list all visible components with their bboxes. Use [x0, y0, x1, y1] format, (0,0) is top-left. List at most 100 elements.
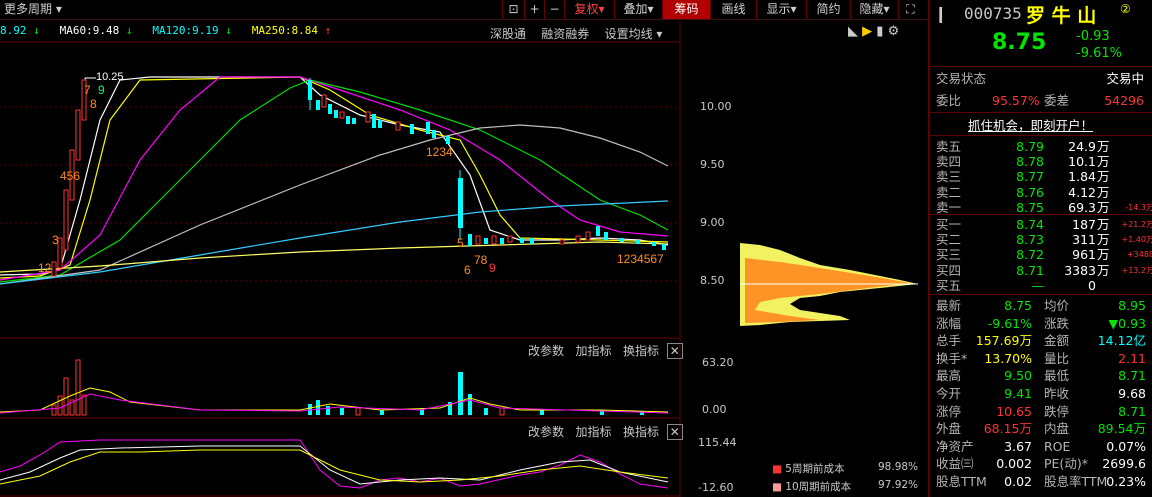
stat-row: 换手* 13.70% 量比 2.11: [934, 350, 1150, 367]
edit-params-button[interactable]: 改参数: [528, 425, 564, 439]
stat-label: 收益㈢: [936, 456, 974, 472]
weibi-row: 委比 95.57% 委差 54296: [936, 93, 1144, 108]
price-change-pct: -9.61%: [1076, 46, 1122, 61]
trade-status-row: 交易状态 交易中: [936, 71, 1144, 86]
svg-text:←: ←: [82, 71, 93, 83]
oscillator-panel-tools: 改参数 加指标 换指标 ✕: [528, 423, 683, 440]
high-marker: ← 10.25: [82, 71, 124, 83]
stat-row: 收益㈢ 0.002 PE(动)* 2699.6: [934, 455, 1150, 472]
close-icon[interactable]: ✕: [666, 343, 683, 359]
volume-axis-bottom: 0.00: [702, 403, 727, 416]
stat-label: 净资产: [936, 438, 974, 454]
stat-label: 量比: [1044, 350, 1070, 366]
stat-value: 0.07%: [1106, 438, 1146, 454]
stat-value: 0.002: [996, 456, 1032, 472]
svg-text:1234567: 1234567: [617, 252, 664, 266]
stat-label: 外盘: [936, 421, 962, 437]
stat-label: 今开: [936, 386, 962, 401]
chip-legend: ■ 5周期前成本 98.98% ■ 10周期前成本 97.92%: [772, 461, 919, 494]
zoom-out-button[interactable]: −: [544, 0, 564, 19]
stock-name: 罗 牛 山: [1026, 5, 1097, 27]
stat-value: 9.50: [1004, 368, 1032, 384]
stat-row: 今开 9.41 昨收 9.68: [934, 385, 1150, 402]
stat-value: 13.70%: [984, 350, 1032, 366]
stock-code: 000735: [964, 4, 1022, 23]
lock-icon[interactable]: ⊡: [502, 0, 524, 19]
stat-row: 股息TTM 0.02 股息率TTM 0.23%: [934, 473, 1150, 490]
back-icon[interactable]: ❙: [934, 4, 947, 23]
stat-label: 昨收: [1044, 386, 1070, 401]
oscillator-lines: [0, 439, 669, 489]
chips-button[interactable]: 筹码: [662, 0, 710, 19]
stat-row: 净资产 3.67 ROE 0.07%: [934, 438, 1150, 455]
stat-value: 9.41: [1004, 386, 1032, 401]
stat-label: 涨幅: [936, 315, 962, 331]
close-icon[interactable]: ✕: [666, 424, 683, 440]
stat-value: 89.54万: [1097, 421, 1146, 437]
stat-label: 股息TTM: [936, 474, 987, 489]
stat-label: 涨停: [936, 403, 962, 419]
chart-toolbar: 更多周期 ▾ ⊡ + − 复权▾ 叠加▾ 筹码 画线 显示▾ 简约 隐藏▾ ⛶: [0, 0, 928, 20]
high-marker-text: 10.25: [96, 71, 124, 83]
svg-text:5: 5: [457, 236, 464, 250]
stat-label: 股息率TTM: [1044, 474, 1108, 489]
stat-value: 0.02: [1004, 474, 1032, 489]
stat-label: 换手*: [936, 350, 968, 366]
svg-text:8: 8: [90, 97, 97, 111]
period-selector[interactable]: 更多周期 ▾: [0, 0, 68, 19]
zoom-in-button[interactable]: +: [524, 0, 544, 19]
stat-row: 最高 9.50 最低 8.71: [934, 367, 1150, 384]
stat-label: 涨跌: [1044, 315, 1070, 331]
svg-text:12: 12: [38, 261, 52, 275]
draw-line-button[interactable]: 画线: [710, 0, 756, 19]
hide-button[interactable]: 隐藏▾: [850, 0, 898, 19]
stat-label: 最新: [936, 298, 962, 313]
stat-label: 金额: [1044, 333, 1070, 349]
restore-rights-button[interactable]: 复权▾: [564, 0, 614, 19]
stat-value: 0.23%: [1106, 474, 1146, 489]
add-indicator-button[interactable]: 加指标: [575, 344, 611, 358]
stat-value: 9.68: [1118, 386, 1146, 401]
svg-text:456: 456: [60, 169, 80, 183]
stat-label: 内盘: [1044, 421, 1070, 437]
svg-text:7: 7: [84, 83, 91, 97]
stat-label: PE(动)*: [1044, 456, 1088, 472]
chip-legend-item: ■ 10周期前成本 97.92%: [772, 479, 919, 493]
svg-text:78: 78: [474, 253, 488, 267]
level-price: —: [1031, 277, 1045, 293]
price-axis-label: 9.50: [700, 158, 725, 171]
stock-badge: ②: [1120, 2, 1131, 16]
stat-value: 2.11: [1118, 350, 1146, 366]
stat-value: 3.67: [1004, 438, 1032, 454]
chip-legend-item: ■ 5周期前成本 98.98%: [772, 461, 919, 475]
stat-row: 涨停 10.65 跌停 8.71: [934, 403, 1150, 420]
chip-distribution: [740, 243, 918, 326]
level-label: 买五: [936, 277, 962, 293]
switch-indicator-button[interactable]: 换指标: [623, 344, 659, 358]
simple-mode-button[interactable]: 简约: [806, 0, 850, 19]
add-indicator-button[interactable]: 加指标: [575, 425, 611, 439]
stat-value: 2699.6: [1102, 456, 1146, 472]
overlay-button[interactable]: 叠加▾: [614, 0, 662, 19]
order-book-row[interactable]: 买五 — 0: [934, 277, 1150, 294]
level-volume: 0: [1088, 277, 1096, 293]
period-label: 更多周期: [4, 2, 53, 16]
display-button[interactable]: 显示▾: [756, 0, 806, 19]
stat-label: 跌停: [1044, 403, 1070, 419]
stat-value: 8.71: [1118, 368, 1146, 384]
stat-value: 68.15万: [983, 421, 1032, 437]
stat-value: -9.61%: [987, 315, 1032, 331]
chevron-down-icon: ▾: [55, 2, 62, 16]
stat-value: 8.95: [1118, 298, 1146, 313]
switch-indicator-button[interactable]: 换指标: [623, 425, 659, 439]
stat-value: 8.71: [1118, 403, 1146, 419]
svg-text:6: 6: [464, 263, 471, 277]
stat-label: ROE: [1044, 438, 1071, 454]
stat-row: 总手 157.69万 金额 14.12亿: [934, 332, 1150, 349]
kline-chart[interactable]: 12 3 456 7 9 8 1234 5 6 78 9 1234567 ← 1…: [0, 20, 928, 497]
stat-value: 157.69万: [975, 333, 1032, 349]
fullscreen-icon[interactable]: ⛶: [898, 0, 922, 19]
edit-params-button[interactable]: 改参数: [528, 344, 564, 358]
stat-value: 14.12亿: [1097, 333, 1146, 349]
open-account-link[interactable]: 抓住机会，即刻开户！: [968, 115, 1093, 134]
